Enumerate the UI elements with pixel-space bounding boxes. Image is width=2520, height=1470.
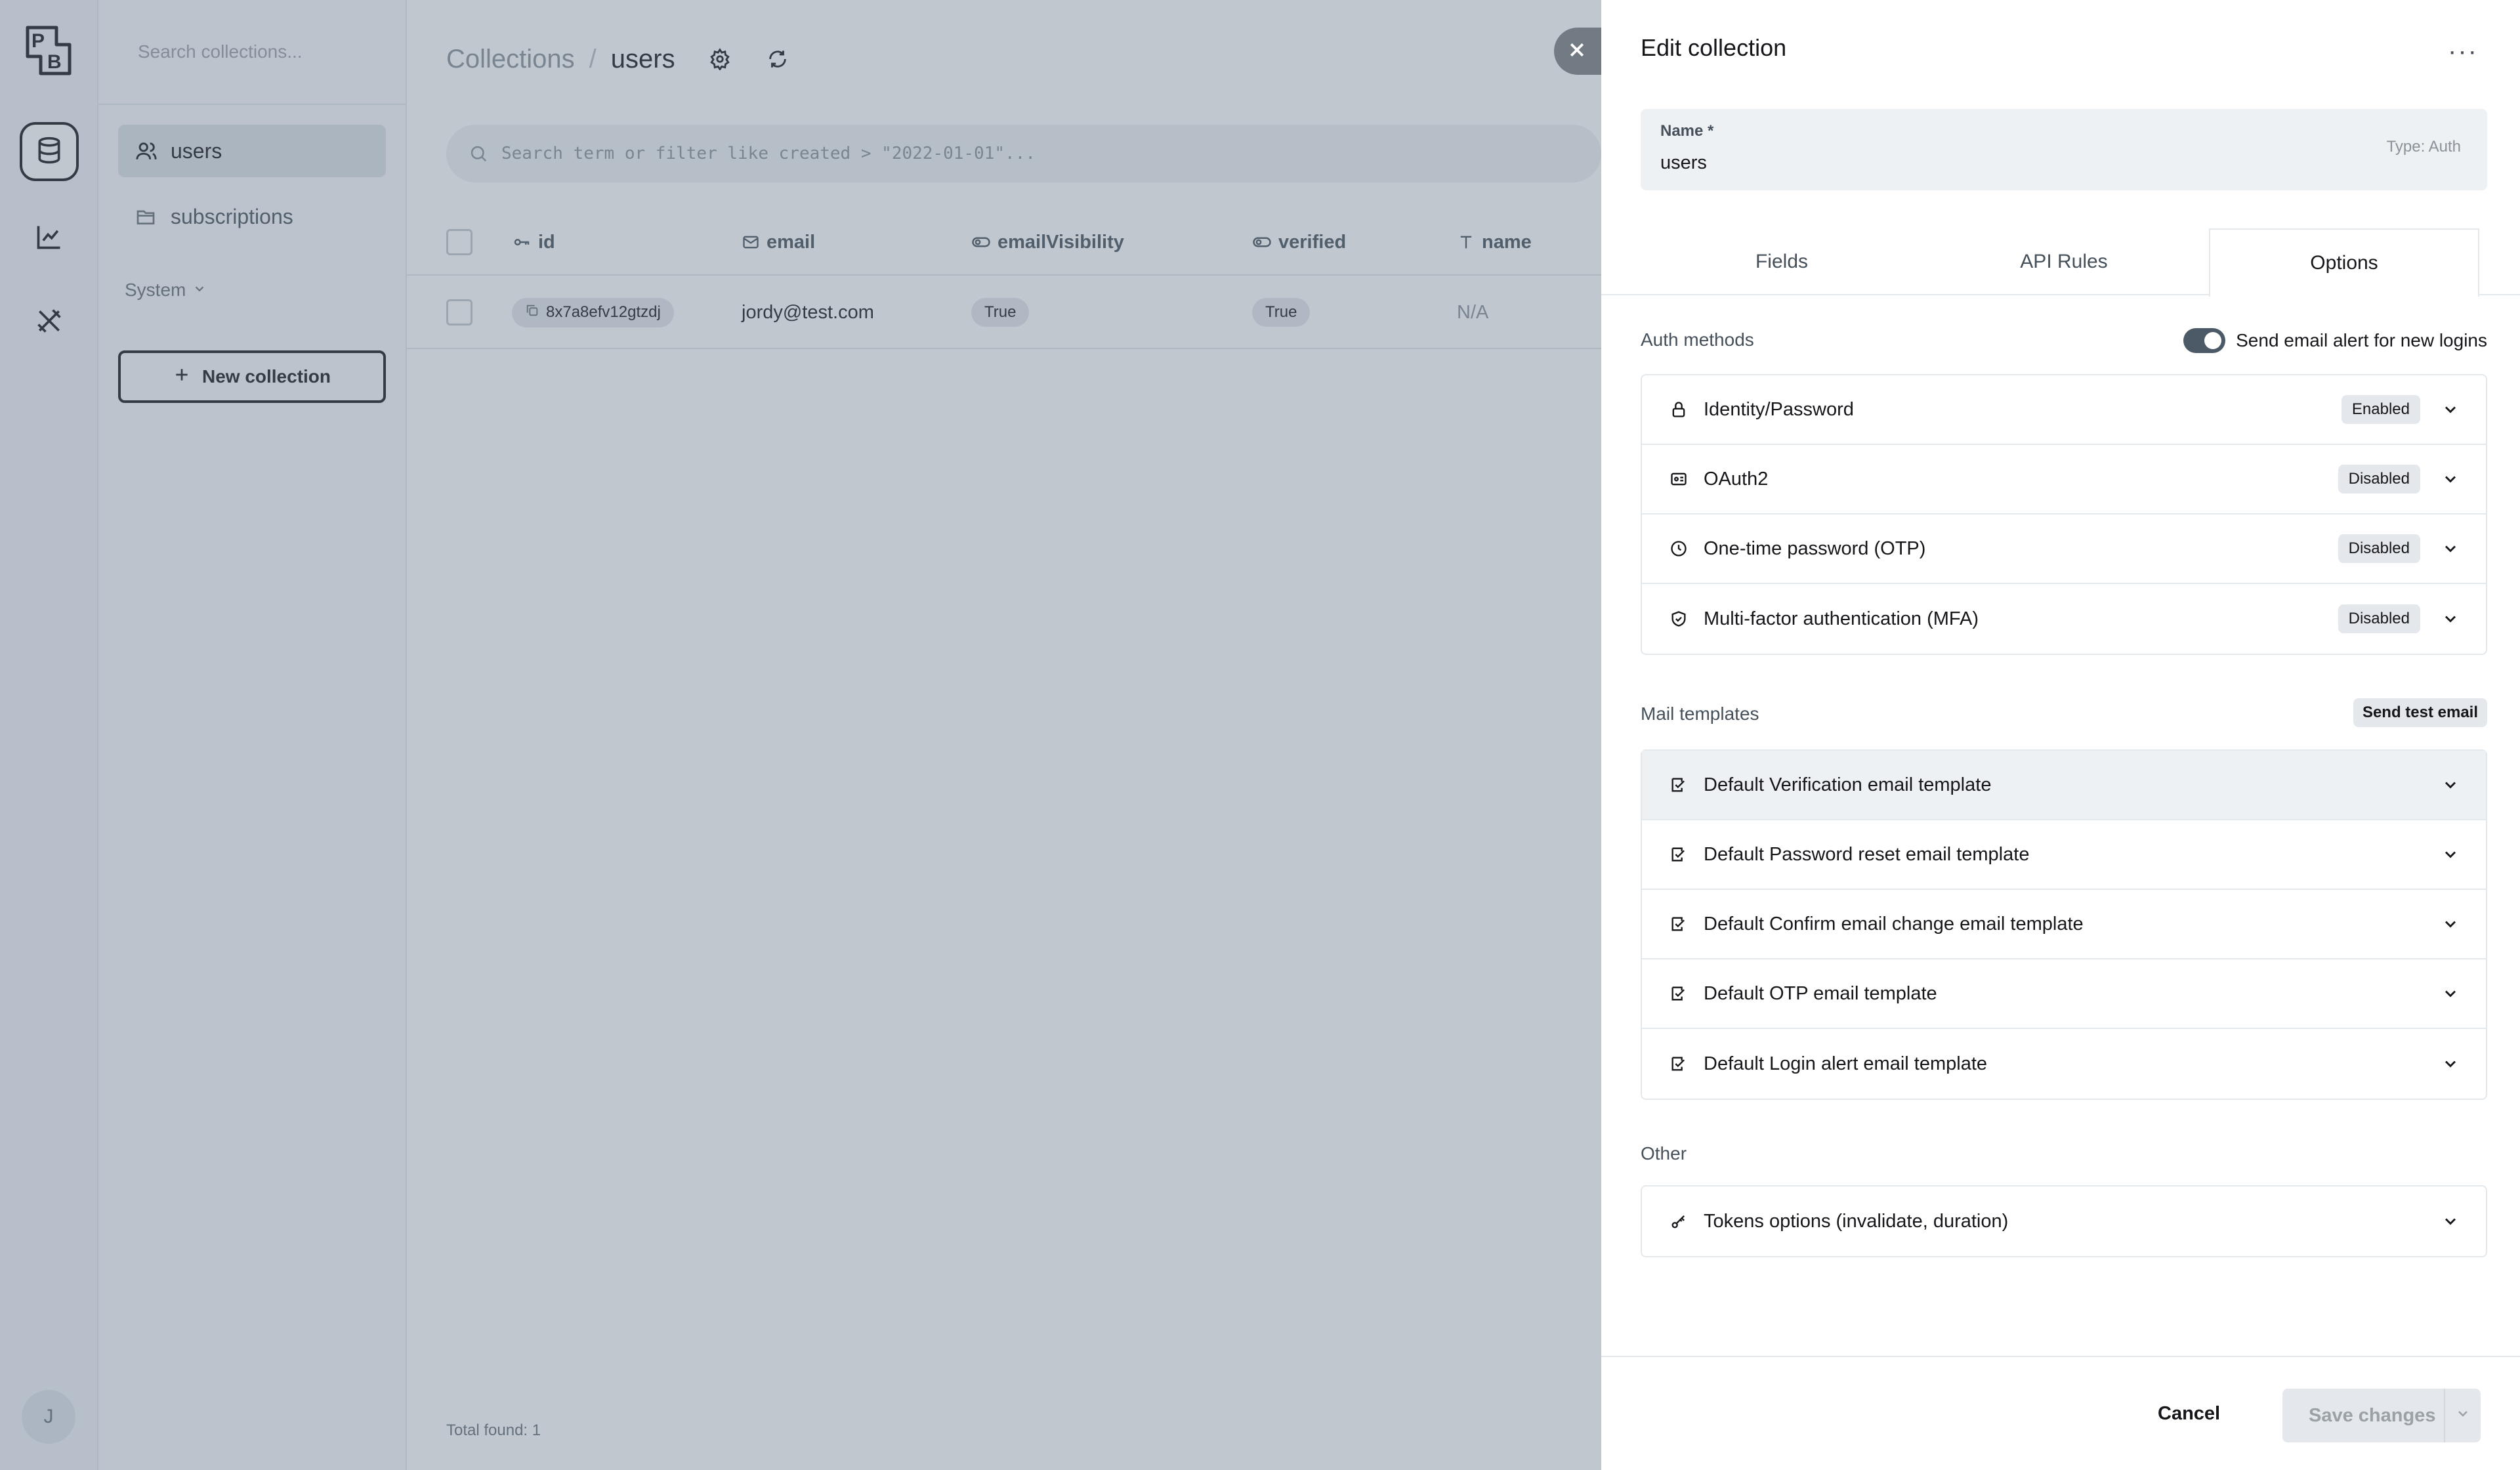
auth-method-label: One-time password (OTP) [1704, 537, 1926, 559]
send-alert-label: Send email alert for new logins [2236, 330, 2487, 350]
mail-template-login-alert[interactable]: Default Login alert email template [1642, 1029, 2486, 1099]
mail-templates-list: Default Verification email template Defa… [1641, 749, 2487, 1100]
mail-template-label: Default Confirm email change email templ… [1704, 913, 2084, 934]
chevron-down-icon [2441, 776, 2460, 794]
panel-footer: Cancel Save changes [1601, 1356, 2520, 1470]
other-title: Other [1641, 1143, 1687, 1164]
send-alert-toggle-row[interactable]: Send email alert for new logins [2183, 328, 2487, 353]
chevron-down-icon [2441, 984, 2460, 1003]
save-changes-label: Save changes [2309, 1404, 2436, 1426]
shield-check-icon [1668, 608, 1689, 629]
mail-template-label: Default Password reset email template [1704, 843, 2030, 865]
mail-template-otp[interactable]: Default OTP email template [1642, 959, 2486, 1029]
chevron-down-icon [2441, 1212, 2460, 1230]
edit-document-icon [1668, 774, 1689, 795]
edit-collection-panel: Edit collection ··· Name * users Type: A… [1601, 0, 2520, 1470]
lock-icon [1668, 399, 1689, 420]
chevron-down-icon [2441, 1055, 2460, 1073]
tab-fields[interactable]: Fields [1641, 228, 1923, 295]
clock-icon [1668, 538, 1689, 559]
edit-document-icon [1668, 983, 1689, 1004]
chevron-down-icon [2441, 915, 2460, 933]
send-alert-toggle[interactable] [2183, 328, 2226, 353]
tab-api-rules[interactable]: API Rules [1923, 228, 2205, 295]
chevron-down-icon [2441, 845, 2460, 864]
edit-document-icon [1668, 844, 1689, 865]
id-card-icon [1668, 469, 1689, 490]
close-icon [1567, 40, 1587, 63]
status-badge: Disabled [2338, 604, 2420, 633]
name-label: Name * [1660, 122, 1714, 140]
save-options-dropdown[interactable] [2444, 1389, 2481, 1442]
tokens-options[interactable]: Tokens options (invalidate, duration) [1642, 1186, 2486, 1256]
mail-template-label: Default Verification email template [1704, 774, 1992, 795]
mail-template-verification[interactable]: Default Verification email template [1642, 751, 2486, 820]
auth-methods-title: Auth methods [1641, 329, 1754, 350]
auth-method-otp[interactable]: One-time password (OTP) Disabled [1642, 514, 2486, 584]
mail-template-label: Default Login alert email template [1704, 1053, 1988, 1074]
panel-tabs: Fields API Rules Options [1601, 228, 2520, 297]
auth-method-label: Identity/Password [1704, 398, 1854, 420]
edit-document-icon [1668, 1053, 1689, 1074]
chevron-down-icon [2441, 539, 2460, 558]
send-test-email-button[interactable]: Send test email [2353, 698, 2487, 727]
auth-method-label: OAuth2 [1704, 468, 1769, 490]
mail-templates-title: Mail templates [1641, 704, 1759, 724]
close-panel-button[interactable] [1554, 28, 1601, 75]
chevron-down-icon [2441, 400, 2460, 419]
mail-template-confirm-email-change[interactable]: Default Confirm email change email templ… [1642, 890, 2486, 959]
key-icon [1668, 1211, 1689, 1232]
auth-method-identity-password[interactable]: Identity/Password Enabled [1642, 375, 2486, 445]
mail-template-password-reset[interactable]: Default Password reset email template [1642, 820, 2486, 890]
modal-backdrop[interactable] [0, 0, 1601, 1470]
tokens-options-label: Tokens options (invalidate, duration) [1704, 1210, 2009, 1232]
other-options-list: Tokens options (invalidate, duration) [1641, 1185, 2487, 1257]
name-input[interactable]: users [1660, 152, 1707, 174]
auth-method-mfa[interactable]: Multi-factor authentication (MFA) Disabl… [1642, 584, 2486, 654]
mail-template-label: Default OTP email template [1704, 982, 1937, 1004]
app-root: P B J Search collections... users subscr… [0, 0, 2520, 1470]
collection-type: Type: Auth [2386, 138, 2461, 156]
edit-document-icon [1668, 914, 1689, 934]
chevron-down-icon [2455, 1405, 2471, 1427]
tab-options[interactable]: Options [2209, 228, 2479, 297]
save-changes-button[interactable]: Save changes [2282, 1389, 2481, 1442]
chevron-down-icon [2441, 610, 2460, 628]
status-badge: Disabled [2338, 534, 2420, 563]
more-options-icon[interactable]: ··· [2448, 37, 2478, 66]
status-badge: Enabled [2341, 395, 2420, 424]
collection-name-field[interactable]: Name * users Type: Auth [1641, 109, 2487, 190]
panel-title: Edit collection [1641, 34, 1787, 61]
auth-method-oauth2[interactable]: OAuth2 Disabled [1642, 445, 2486, 514]
chevron-down-icon [2441, 470, 2460, 488]
cancel-button[interactable]: Cancel [2158, 1403, 2220, 1425]
auth-methods-list: Identity/Password Enabled OAuth2 Disable… [1641, 374, 2487, 655]
status-badge: Disabled [2338, 465, 2420, 494]
auth-method-label: Multi-factor authentication (MFA) [1704, 608, 1979, 629]
